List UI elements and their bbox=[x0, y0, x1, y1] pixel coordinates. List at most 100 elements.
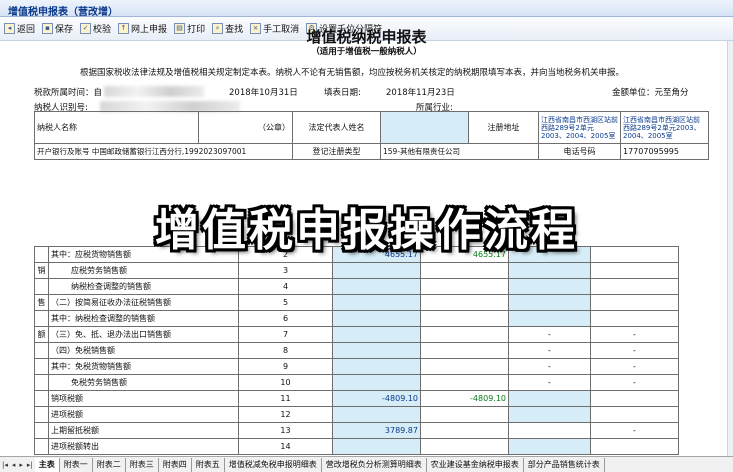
side-label-cell bbox=[34, 374, 49, 391]
form-title: 增值税纳税申报表 bbox=[306, 28, 427, 46]
row-label: 上期留抵税额 bbox=[48, 422, 239, 439]
refund-year-cell bbox=[590, 390, 679, 407]
legal-rep-input[interactable] bbox=[380, 111, 469, 144]
sheet-tab[interactable]: 附表一 bbox=[60, 458, 93, 472]
sales-table: 其中：应税货物销售额 2 4655.17 4655.17 销应税劳务销售额 3 纳税检查调整… bbox=[34, 246, 679, 455]
tab-scroll-first-icon[interactable]: |◂ bbox=[0, 458, 10, 472]
refund-current-cell: - bbox=[508, 374, 591, 391]
refund-current-cell[interactable] bbox=[508, 294, 591, 311]
current-month-input[interactable] bbox=[332, 358, 421, 375]
refund-current-cell bbox=[508, 422, 591, 439]
year-total-cell bbox=[420, 262, 509, 279]
reg-type-value[interactable]: 159-其他有限责任公司 bbox=[380, 143, 539, 160]
row-number: 11 bbox=[238, 390, 333, 407]
refund-current-cell[interactable] bbox=[508, 262, 591, 279]
row-number: 9 bbox=[238, 358, 333, 375]
current-month-input[interactable] bbox=[332, 374, 421, 391]
sheet-tab[interactable]: 主表 bbox=[34, 458, 60, 472]
year-total-cell bbox=[420, 422, 509, 439]
refund-year-cell: - bbox=[590, 342, 679, 359]
sheet-tab[interactable]: 附表二 bbox=[93, 458, 126, 472]
sheet-tab[interactable]: 农业建设基金纳税申报表 bbox=[427, 458, 524, 472]
row-number: 14 bbox=[238, 438, 333, 455]
form-notice: 根据国家税收法律法规及增值税相关规定制定本表。纳税人不论有无销售额，均应按税务机… bbox=[80, 68, 625, 78]
table-row: （四）免税销售额 8 - - bbox=[34, 342, 679, 359]
row-label: 进项税额转出 bbox=[48, 438, 239, 455]
bank-row: 开户银行及账号 中国邮政储蓄银行江西分行,1992023097001 登记注册类… bbox=[34, 143, 709, 160]
side-label-cell bbox=[34, 358, 49, 375]
form-subtitle: （适用于增值税一般纳税人） bbox=[311, 47, 422, 57]
refund-year-cell: - bbox=[590, 358, 679, 375]
fill-date-label: 填表日期: bbox=[324, 88, 361, 98]
legal-rep-label: 法定代表人姓名 bbox=[292, 111, 381, 144]
tab-scroll-prev-icon[interactable]: ◂ bbox=[10, 458, 18, 472]
refund-year-cell bbox=[590, 310, 679, 327]
current-month-input[interactable] bbox=[332, 310, 421, 327]
row-number: 4 bbox=[238, 278, 333, 295]
current-month-input[interactable] bbox=[332, 342, 421, 359]
header-row: 纳税人名称 （公章） 法定代表人姓名 注册地址 江西省南昌市西湖区站前西路289… bbox=[34, 111, 709, 144]
side-label-cell bbox=[34, 438, 49, 455]
table-row: 销项税额 11 -4809.10 -4809.10 bbox=[34, 390, 679, 407]
row-number: 5 bbox=[238, 294, 333, 311]
table-row: 进项税额 12 bbox=[34, 406, 679, 423]
table-row: 上期留抵税额 13 3789.87 - bbox=[34, 422, 679, 439]
sheet-tab[interactable]: 附表四 bbox=[159, 458, 192, 472]
window-title: 增值税申报表（营改增） bbox=[8, 7, 118, 18]
year-total-cell bbox=[420, 406, 509, 423]
refund-current-cell[interactable] bbox=[508, 406, 591, 423]
reg-address-value[interactable]: 江西省南昌市西湖区站前西路289号2单元2003、2004、2005室 bbox=[538, 111, 621, 144]
table-row: 售（二）按简易征收办法征税销售额 5 bbox=[34, 294, 679, 311]
amount-unit: 金额单位：元至角分 bbox=[612, 88, 689, 98]
tab-scroll-next-icon[interactable]: ▸ bbox=[17, 458, 25, 472]
fill-date: 2018年11月23日 bbox=[386, 88, 455, 98]
refund-year-cell bbox=[590, 278, 679, 295]
table-row: 免税劳务销售额 10 - - bbox=[34, 374, 679, 391]
sheet-tab[interactable]: 增值税减免税申报明细表 bbox=[225, 458, 322, 472]
phone-value[interactable]: 17707095995 bbox=[620, 143, 709, 160]
period-label: 税款所属时间：自 bbox=[34, 88, 103, 98]
sheet-tab[interactable]: 附表三 bbox=[126, 458, 159, 472]
side-label-cell bbox=[34, 422, 49, 439]
refund-current-cell[interactable] bbox=[508, 310, 591, 327]
year-total-cell bbox=[420, 326, 509, 343]
period-end: 2018年10月31日 bbox=[229, 88, 298, 98]
row-label: 应税劳务销售额 bbox=[48, 262, 239, 279]
refund-current-cell[interactable] bbox=[508, 278, 591, 295]
sheet-tab[interactable]: 部分产品销售统计表 bbox=[524, 458, 605, 472]
refund-current-cell: - bbox=[508, 358, 591, 375]
row-label: 免税劳务销售额 bbox=[48, 374, 239, 391]
current-month-input[interactable] bbox=[332, 262, 421, 279]
current-month-input[interactable] bbox=[332, 438, 421, 455]
refund-year-cell: - bbox=[590, 422, 679, 439]
row-number: 7 bbox=[238, 326, 333, 343]
current-month-input[interactable] bbox=[332, 326, 421, 343]
refund-current-cell[interactable] bbox=[508, 390, 591, 407]
current-month-input[interactable] bbox=[332, 294, 421, 311]
side-label-cell: 销 bbox=[34, 262, 49, 279]
current-month-input[interactable] bbox=[332, 406, 421, 423]
tab-scroll-last-icon[interactable]: ▸| bbox=[25, 458, 35, 472]
refund-year-cell bbox=[590, 406, 679, 423]
reg-type-label: 登记注册类型 bbox=[292, 143, 381, 160]
row-label: 进项税额 bbox=[48, 406, 239, 423]
side-label-cell bbox=[34, 310, 49, 327]
current-month-input[interactable]: 3789.87 bbox=[332, 422, 421, 439]
redacted-period-start bbox=[104, 86, 204, 97]
current-month-input[interactable] bbox=[332, 278, 421, 295]
sheet-tabs: 主表 附表一 附表二 附表三 附表四 附表五 增值税减免税申报明细表 营改增税负分析测算明细表… bbox=[34, 458, 605, 472]
side-label-cell bbox=[34, 406, 49, 423]
table-row: 进项税额转出 14 bbox=[34, 438, 679, 455]
year-total-cell bbox=[420, 374, 509, 391]
table-row: 额（三）免、抵、退办法出口销售额 7 - - bbox=[34, 326, 679, 343]
biz-address-value[interactable]: 江西省南昌市西湖区站前西路289号2单元2003、2004、2005室 bbox=[620, 111, 709, 144]
sheet-tab[interactable]: 附表五 bbox=[192, 458, 225, 472]
year-total-cell: -4809.10 bbox=[420, 390, 509, 407]
window-titlebar: 增值税申报表（营改增） bbox=[0, 0, 733, 18]
sheet-tab[interactable]: 营改增税负分析测算明细表 bbox=[322, 458, 427, 472]
current-month-input[interactable]: -4809.10 bbox=[332, 390, 421, 407]
row-number: 6 bbox=[238, 310, 333, 327]
bank-cell[interactable]: 开户银行及账号 中国邮政储蓄银行江西分行,1992023097001 bbox=[34, 143, 293, 160]
refund-current-cell[interactable] bbox=[508, 438, 591, 455]
seal-cell: （公章） bbox=[198, 111, 293, 144]
